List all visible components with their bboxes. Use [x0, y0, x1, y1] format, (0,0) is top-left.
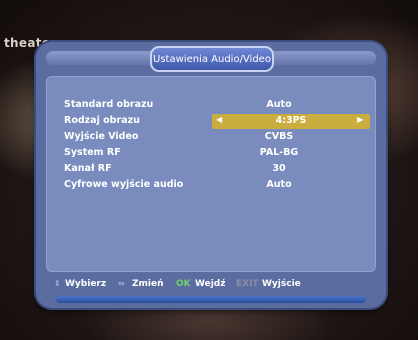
setting-value: 4:3PS — [275, 115, 307, 126]
setting-row-wyjscie-video[interactable]: Wyjście Video CVBS — [54, 130, 368, 145]
panel-bottom-strip — [56, 296, 366, 303]
arrow-right-icon[interactable]: ▶ — [357, 115, 363, 124]
setting-row-rodzaj-obrazu[interactable]: Rodzaj obrazu ◀ 4:3PS ▶ — [54, 114, 370, 129]
hint-enter: Wejdź — [195, 279, 226, 289]
settings-list: Standard obrazu Auto Rodzaj obrazu ◀ 4:3… — [46, 76, 376, 272]
setting-row-cyfrowe-wyjscie-audio[interactable]: Cyfrowe wyjście audio Auto — [54, 178, 368, 193]
setting-row-standard-obrazu[interactable]: Standard obrazu Auto — [54, 98, 368, 113]
setting-value: CVBS — [264, 131, 294, 142]
setting-value: 30 — [272, 163, 286, 174]
ok-key: OK — [176, 279, 191, 289]
hint-exit: Wyjście — [262, 279, 301, 289]
exit-key: EXIT — [236, 279, 259, 289]
setting-row-kanal-rf[interactable]: Kanał RF 30 — [54, 162, 368, 177]
menu-title: Ustawienia Audio/Video — [150, 46, 274, 72]
settings-panel: Ustawienia Audio/Video Standard obrazu A… — [36, 42, 386, 308]
setting-label: Standard obrazu — [64, 99, 154, 110]
up-down-arrows-icon: ⇕ — [54, 279, 61, 288]
hint-change: Zmień — [132, 279, 164, 289]
left-right-arrows-icon: ⇔ — [118, 279, 125, 288]
setting-label: Wyjście Video — [64, 131, 139, 142]
setting-row-system-rf[interactable]: System RF PAL-BG — [54, 146, 368, 161]
setting-label: Rodzaj obrazu — [64, 115, 140, 126]
setting-label: Cyfrowe wyjście audio — [64, 179, 184, 190]
hint-select: Wybierz — [65, 279, 107, 289]
setting-value: Auto — [266, 99, 292, 110]
key-hint-bar: ⇕ Wybierz ⇔ Zmień OK Wejdź EXIT Wyjście — [46, 276, 376, 294]
setting-value: PAL-BG — [259, 147, 299, 158]
setting-value: Auto — [266, 179, 292, 190]
setting-label: Kanał RF — [64, 163, 112, 174]
setting-label: System RF — [64, 147, 121, 158]
